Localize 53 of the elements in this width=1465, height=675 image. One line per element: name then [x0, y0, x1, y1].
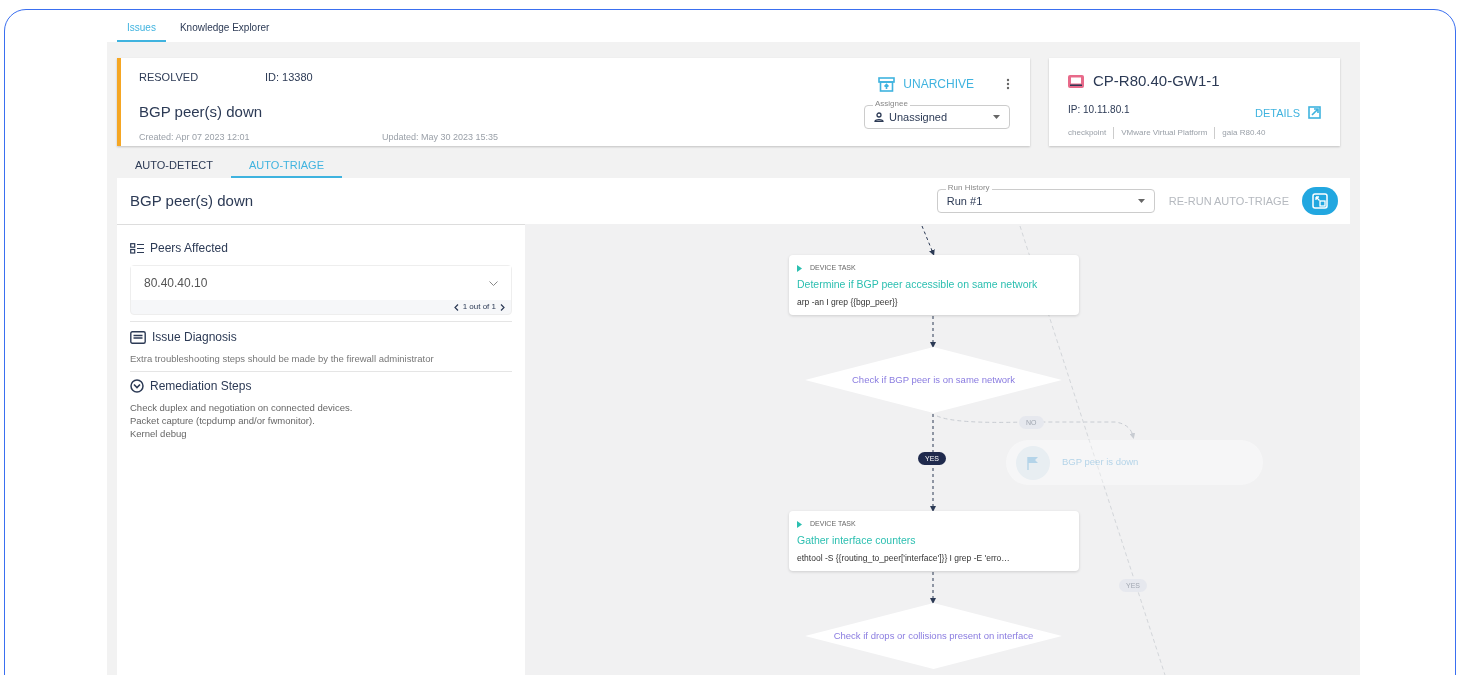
- flag-icon: [1016, 445, 1050, 480]
- device-tag: gaia R80.40: [1222, 127, 1266, 139]
- expand-button[interactable]: [1302, 187, 1338, 215]
- connector-arrow: [921, 225, 935, 256]
- remediation-step: Check duplex and negotiation on connected devices.: [130, 401, 512, 415]
- updated-date: Updated: May 30 2023 15:35: [382, 131, 499, 144]
- issue-title: BGP peer(s) down: [139, 101, 264, 122]
- caret-icon: [993, 115, 1000, 119]
- laptop-icon: [1068, 74, 1084, 88]
- person-icon: [874, 112, 884, 122]
- pager-text: 1 out of 1: [462, 301, 496, 313]
- panel-title: BGP peer(s) down: [130, 190, 255, 211]
- expand-icon: [1312, 193, 1328, 209]
- remediation-step: Packet capture (tcpdump and/or fwmonitor).: [130, 414, 512, 428]
- status-text: RESOLVED: [139, 70, 200, 85]
- download-circle-icon: [130, 379, 144, 394]
- run-history-label: Run History: [945, 183, 992, 193]
- chevron-right-icon[interactable]: [500, 303, 505, 311]
- caret-icon: [1137, 199, 1145, 203]
- details-link[interactable]: DETAILS: [1254, 104, 1321, 121]
- connector-arrow: [930, 315, 936, 348]
- node-command: arp -an I grep {{bgp_peer}}: [797, 296, 899, 309]
- created-date: Created: Apr 07 2023 12:01: [139, 131, 251, 144]
- node-title: Check if BGP peer is on same network: [852, 372, 1015, 387]
- play-icon: [797, 520, 802, 528]
- section-title: Issue Diagnosis: [152, 329, 237, 346]
- node-title: Gather interface counters: [797, 532, 917, 548]
- assignee-label: Assignee: [873, 99, 910, 109]
- chevron-left-icon[interactable]: [453, 303, 459, 311]
- node-title: Determine if BGP peer accessible on same network: [797, 276, 1039, 292]
- unarchive-button[interactable]: UNARCHIVE: [878, 75, 974, 93]
- node-command: ethtool -S {{routing_to_peer['interface']}} I grep -E 'erro…: [797, 552, 1011, 565]
- issue-id: ID: 13380: [265, 70, 313, 85]
- archive-icon: [878, 76, 896, 92]
- device-tag: checkpoint: [1068, 127, 1107, 139]
- node-title: Check if drops or collisions present on interface: [833, 628, 1034, 643]
- message-icon: [130, 330, 146, 344]
- remediation-step: Kernel debug: [130, 427, 512, 441]
- device-tag: VMware Virtual Platform: [1121, 127, 1208, 139]
- more-icon[interactable]: [1006, 78, 1010, 90]
- chevron-down-icon: [489, 280, 498, 286]
- play-icon: [797, 264, 802, 272]
- section-title: Peers Affected: [150, 240, 228, 257]
- external-link-icon: [1308, 106, 1321, 120]
- list-icon: [130, 242, 144, 254]
- device-ip: IP: 10.11.80.1: [1068, 103, 1130, 118]
- section-title: Remediation Steps: [150, 378, 252, 396]
- tab[interactable]: Knowledge Explorer: [169, 14, 280, 42]
- connector-arrow: [930, 571, 936, 604]
- tab[interactable]: AUTO-DETECT: [117, 154, 232, 178]
- peer-dropdown[interactable]: 80.40.40.10: [131, 266, 511, 300]
- diagnosis-text: Extra troubleshooting steps should be made by the firewall administrator: [130, 352, 512, 373]
- device-name: CP-R80.40-GW1-1: [1093, 71, 1220, 91]
